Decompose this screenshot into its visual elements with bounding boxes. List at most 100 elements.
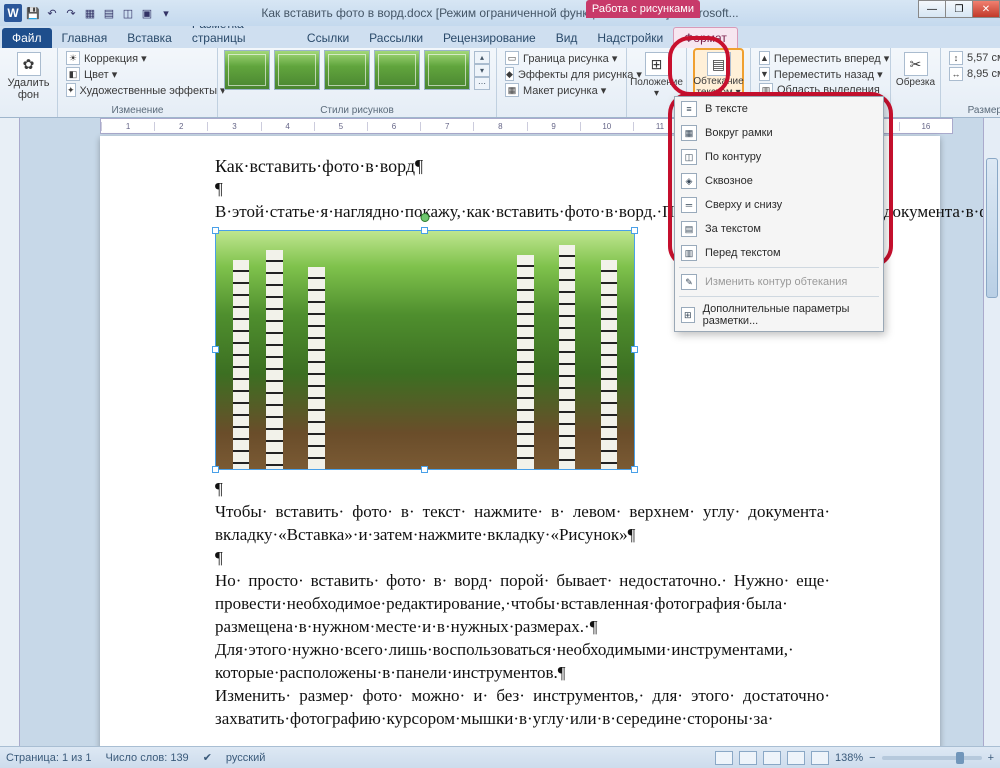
status-language[interactable]: русский: [226, 752, 265, 764]
view-print-layout-button[interactable]: [715, 751, 733, 765]
color-icon: ◧: [66, 67, 80, 81]
wrap-label: Обтекание текстом ▾: [693, 77, 743, 98]
tab-insert[interactable]: Вставка: [117, 28, 182, 48]
zoom-slider[interactable]: [882, 756, 982, 760]
bring-forward-button[interactable]: ▲Переместить вперед ▾: [757, 50, 884, 66]
group-picture-format: ▭Граница рисунка ▾ ◆Эффекты для рисунка …: [497, 48, 627, 117]
status-wordcount[interactable]: Число слов: 139: [106, 752, 189, 764]
status-zoom[interactable]: 138%: [835, 752, 863, 764]
redo-icon[interactable]: ↷: [63, 5, 79, 21]
style-thumb[interactable]: [424, 50, 470, 90]
resize-handle[interactable]: [631, 346, 638, 353]
picture-border-button[interactable]: ▭Граница рисунка ▾: [503, 50, 620, 66]
ribbon-tabs: Файл Главная Вставка Разметка страницы С…: [0, 26, 1000, 48]
save-icon[interactable]: 💾: [25, 5, 41, 21]
gallery-up-icon[interactable]: ▴: [474, 51, 490, 64]
style-thumb[interactable]: [224, 50, 270, 90]
gallery-down-icon[interactable]: ▾: [474, 64, 490, 77]
zoom-in-button[interactable]: +: [988, 752, 994, 764]
resize-handle[interactable]: [421, 227, 428, 234]
qat-icon[interactable]: ▦: [82, 5, 98, 21]
vertical-ruler[interactable]: [0, 118, 20, 746]
doc-para: ¶: [215, 547, 830, 570]
qat-icon[interactable]: ▣: [139, 5, 155, 21]
statusbar: Страница: 1 из 1 Число слов: 139 ✔ русск…: [0, 746, 1000, 768]
close-button[interactable]: ✕: [972, 0, 1000, 18]
style-thumb[interactable]: [274, 50, 320, 90]
color-button[interactable]: ◧Цвет ▾: [64, 66, 211, 82]
crop-label: Обрезка: [896, 77, 935, 88]
qat-icon[interactable]: ◫: [120, 5, 136, 21]
window-controls: — ❐ ✕: [919, 0, 1000, 18]
group-picture-styles: ▴ ▾ ⋯ Стили рисунков: [218, 48, 497, 117]
maximize-button[interactable]: ❐: [945, 0, 973, 18]
doc-para: Но· просто· вставить· фото· в· ворд· пор…: [215, 570, 830, 639]
minimize-button[interactable]: —: [918, 0, 946, 18]
rotate-handle[interactable]: [421, 213, 430, 222]
tab-addins[interactable]: Надстройки: [587, 28, 673, 48]
wrap-tight[interactable]: ◫По контуру: [675, 145, 883, 169]
group-adjust: ☀Коррекция ▾ ◧Цвет ▾ ✦Художественные эфф…: [58, 48, 218, 117]
zoom-slider-thumb[interactable]: [956, 752, 964, 764]
corrections-button[interactable]: ☀Коррекция ▾: [64, 50, 211, 66]
tab-mailings[interactable]: Рассылки: [359, 28, 433, 48]
resize-handle[interactable]: [212, 466, 219, 473]
separator: [679, 296, 879, 297]
style-thumb[interactable]: [374, 50, 420, 90]
send-backward-button[interactable]: ▼Переместить назад ▾: [757, 66, 884, 82]
height-input[interactable]: ↕5,57 см▴▾: [947, 50, 1000, 66]
qat-icon[interactable]: ▤: [101, 5, 117, 21]
selected-image[interactable]: [215, 230, 635, 470]
picture-layout-button[interactable]: ▦Макет рисунка ▾: [503, 82, 620, 98]
wrap-topbottom[interactable]: ═Сверху и снизу: [675, 193, 883, 217]
picture-effects-button[interactable]: ◆Эффекты для рисунка ▾: [503, 66, 620, 82]
tab-format[interactable]: Формат: [673, 27, 738, 48]
artistic-effects-button[interactable]: ✦Художественные эффекты ▾: [64, 82, 211, 98]
style-gallery: ▴ ▾ ⋯: [224, 50, 490, 90]
group-remove-bg: ✿ Удалить фон: [0, 48, 58, 117]
resize-handle[interactable]: [212, 227, 219, 234]
wrap-text-button[interactable]: ▤ Обтекание текстом ▾: [693, 48, 744, 102]
tab-file[interactable]: Файл: [2, 28, 52, 48]
wrap-inline[interactable]: ≡В тексте: [675, 97, 883, 121]
view-outline-button[interactable]: [787, 751, 805, 765]
qat-more-icon[interactable]: ▾: [158, 5, 174, 21]
view-draft-button[interactable]: [811, 751, 829, 765]
view-reading-button[interactable]: [739, 751, 757, 765]
resize-handle[interactable]: [421, 466, 428, 473]
resize-handle[interactable]: [631, 227, 638, 234]
remove-background-button[interactable]: ✿ Удалить фон: [6, 50, 51, 103]
gallery-more-icon[interactable]: ⋯: [474, 77, 490, 90]
wrap-through[interactable]: ◈Сквозное: [675, 169, 883, 193]
scroll-thumb[interactable]: [986, 158, 998, 298]
height-icon: ↕: [949, 51, 963, 65]
zoom-out-button[interactable]: −: [869, 752, 875, 764]
status-page[interactable]: Страница: 1 из 1: [6, 752, 92, 764]
width-icon: ↔: [949, 67, 963, 81]
tab-references[interactable]: Ссылки: [297, 28, 359, 48]
tab-home[interactable]: Главная: [52, 28, 118, 48]
wrap-behind[interactable]: ▤За текстом: [675, 217, 883, 241]
doc-para: ¶: [215, 478, 830, 501]
effects-icon: ◆: [505, 67, 514, 81]
wrap-square[interactable]: ▦Вокруг рамки: [675, 121, 883, 145]
group-crop: ✂ Обрезка: [891, 48, 941, 117]
position-button[interactable]: ⊞ Положение ▾: [633, 50, 680, 101]
more-layout-options[interactable]: ⊞Дополнительные параметры разметки...: [675, 299, 883, 331]
view-web-button[interactable]: [763, 751, 781, 765]
tab-review[interactable]: Рецензирование: [433, 28, 546, 48]
width-input[interactable]: ↔8,95 см▴▾: [947, 66, 1000, 82]
wrap-icon: ▤: [707, 52, 731, 76]
tab-view[interactable]: Вид: [546, 28, 588, 48]
wrap-front[interactable]: ▥Перед текстом: [675, 241, 883, 265]
status-proofing-icon[interactable]: ✔: [203, 751, 212, 764]
resize-handle[interactable]: [212, 346, 219, 353]
style-thumb[interactable]: [324, 50, 370, 90]
undo-icon[interactable]: ↶: [44, 5, 60, 21]
doc-para: Чтобы· вставить· фото· в· текст· нажмите…: [215, 501, 830, 547]
vertical-scrollbar[interactable]: [983, 118, 1000, 746]
resize-handle[interactable]: [631, 466, 638, 473]
border-icon: ▭: [505, 51, 519, 65]
crop-button[interactable]: ✂ Обрезка: [897, 50, 934, 90]
doc-para: Изменить· размер· фото· можно· и· без· и…: [215, 685, 830, 731]
